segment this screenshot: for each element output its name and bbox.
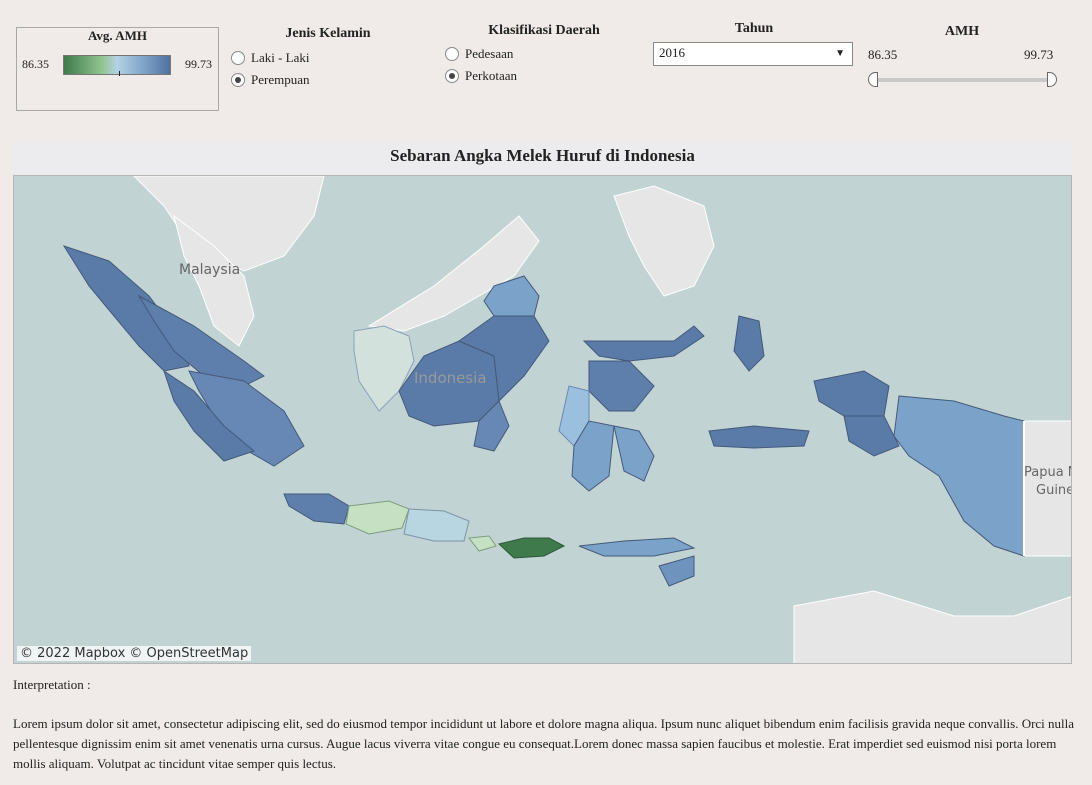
map-canvas[interactable]: Malaysia Indonesia Papua N Guine <box>14 176 1072 664</box>
choropleth-map[interactable]: Malaysia Indonesia Papua N Guine © 2022 … <box>13 175 1072 664</box>
interpretation-label: Interpretation : <box>13 677 91 692</box>
legend-gradient-bar <box>63 55 171 76</box>
region-option-label: Perkotaan <box>465 68 517 83</box>
map-label-papua: Papua N <box>1024 465 1072 480</box>
chevron-down-icon: ▼ <box>835 48 845 59</box>
region-option-urban[interactable]: Perkotaan <box>445 68 517 84</box>
map-label-malaysia: Malaysia <box>179 262 240 278</box>
year-dropdown[interactable]: 2016 ▼ <box>653 42 853 66</box>
amh-slider-title: AMH <box>944 24 980 39</box>
color-legend: Avg. AMH 86.35 99.73 <box>16 27 219 111</box>
gender-option-label: Laki - Laki <box>251 50 310 65</box>
legend-max-value: 99.73 <box>185 57 212 71</box>
region-option-label: Pedesaan <box>465 46 514 61</box>
gender-option-female[interactable]: Perempuan <box>231 72 309 88</box>
year-dropdown-value: 2016 <box>659 45 685 60</box>
radio-button-selected[interactable] <box>445 69 459 83</box>
radio-button[interactable] <box>445 47 459 61</box>
amh-slider-max-handle[interactable] <box>1047 72 1057 87</box>
region-maluku <box>708 425 810 449</box>
map-label-guinea: Guine <box>1036 483 1072 498</box>
map-attribution[interactable]: © 2022 Mapbox © OpenStreetMap <box>17 646 252 661</box>
interpretation-text: Lorem ipsum dolor sit amet, consectetur … <box>13 716 1075 771</box>
map-title: Sebaran Angka Melek Huruf di Indonesia <box>13 141 1072 174</box>
region-option-rural[interactable]: Pedesaan <box>445 46 513 62</box>
amh-slider-track[interactable] <box>873 78 1051 82</box>
gender-option-label: Perempuan <box>251 72 310 87</box>
year-filter-title: Tahun <box>734 21 774 36</box>
map-label-indonesia: Indonesia <box>414 369 487 387</box>
radio-button-selected[interactable] <box>231 73 245 87</box>
legend-tick <box>119 71 120 76</box>
legend-title: Avg. AMH <box>88 28 147 43</box>
amh-slider-min: 86.35 <box>868 47 898 62</box>
gender-filter-title: Jenis Kelamin <box>285 26 371 41</box>
radio-button[interactable] <box>231 51 245 65</box>
amh-slider-min-handle[interactable] <box>868 72 878 87</box>
region-filter-title: Klasifikasi Daerah <box>488 23 600 38</box>
gender-option-male[interactable]: Laki - Laki <box>231 50 309 66</box>
legend-min-value: 86.35 <box>22 57 49 71</box>
amh-slider-max: 99.73 <box>1024 47 1054 62</box>
